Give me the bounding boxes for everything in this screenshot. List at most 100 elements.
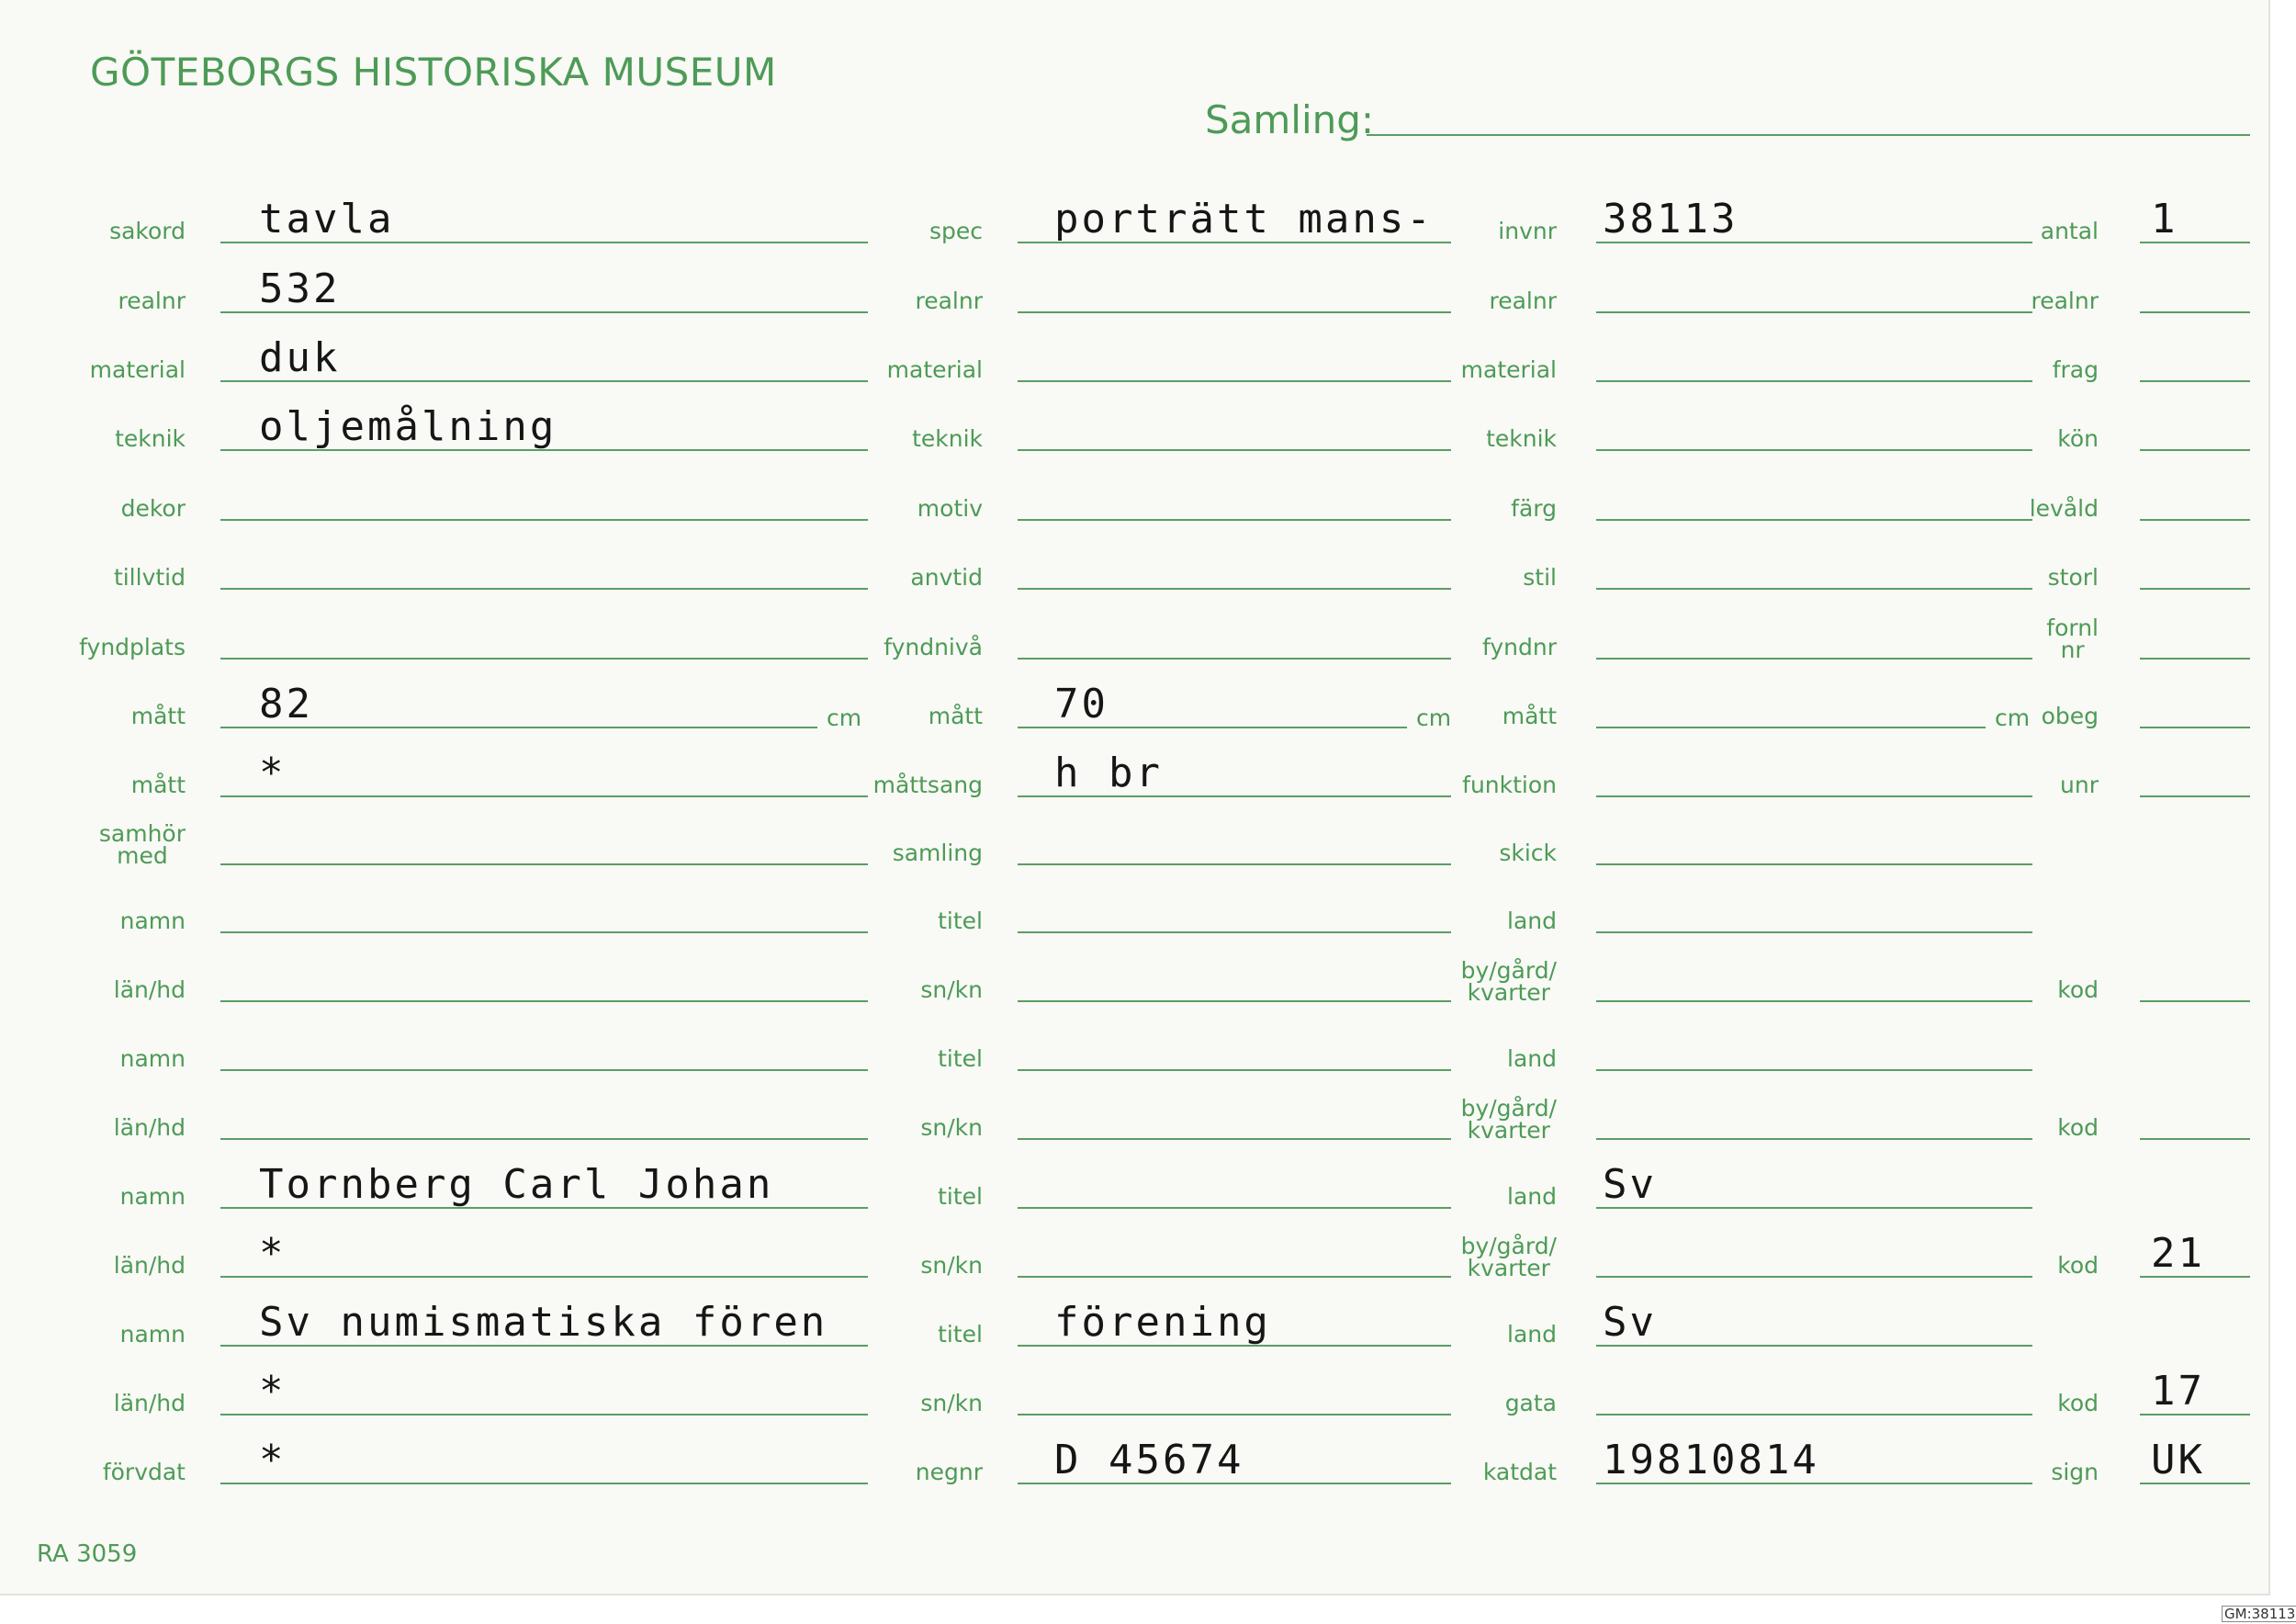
col3-row17-label: land <box>1507 1321 1557 1348</box>
col2-row17-value: förening <box>1054 1299 1271 1346</box>
col1-row6-line[interactable] <box>220 588 868 590</box>
col3-row12-line[interactable] <box>1596 1000 2032 1002</box>
col3-row7-line[interactable] <box>1596 658 2032 660</box>
col3-row6-label: stil <box>1523 564 1557 591</box>
col3-row15-line[interactable] <box>1596 1207 2032 1209</box>
col1-row10-label: samhör med <box>98 820 186 869</box>
col1-row3-value: duk <box>259 334 341 381</box>
col3-row11-line[interactable] <box>1596 931 2032 933</box>
col3-row15-label: land <box>1507 1183 1557 1210</box>
col1-row18-value: * <box>259 1368 287 1415</box>
col3-row13-label: land <box>1507 1045 1557 1072</box>
col3-row14-label: by/gård/ kvarter <box>1460 1095 1557 1144</box>
inventory-stamp: GM:38113 <box>2222 1606 2296 1622</box>
col2-row10-line[interactable] <box>1018 863 1451 865</box>
col3-row9-line[interactable] <box>1596 795 2032 797</box>
col1-row14-line[interactable] <box>220 1138 868 1140</box>
col4-row2-line[interactable] <box>2140 311 2250 313</box>
col2-row13-line[interactable] <box>1018 1069 1451 1071</box>
col1-row8-unit: cm <box>827 705 862 731</box>
col2-row5-label: motiv <box>917 495 983 522</box>
col4-row3-line[interactable] <box>2140 380 2250 382</box>
form-reference: RA 3059 <box>37 1540 138 1568</box>
col3-row5-line[interactable] <box>1596 519 2032 521</box>
col4-row12-line[interactable] <box>2140 1000 2250 1002</box>
col4-row12-label: kod <box>2057 976 2099 1003</box>
col1-row17-value: Sv numismatiska fören <box>259 1299 828 1346</box>
col3-row4-line[interactable] <box>1596 449 2032 451</box>
col1-row5-label: dekor <box>120 495 186 522</box>
col1-row11-label: namn <box>119 908 186 934</box>
museum-title: GÖTEBORGS HISTORISKA MUSEUM <box>90 50 777 95</box>
col1-row16-line[interactable] <box>220 1276 868 1278</box>
col1-row13-line[interactable] <box>220 1069 868 1071</box>
col4-row3-label: frag <box>2052 356 2099 383</box>
col4-row14-line[interactable] <box>2140 1138 2250 1140</box>
col2-row5-line[interactable] <box>1018 519 1451 521</box>
col1-row1-label: sakord <box>109 218 186 244</box>
col3-row18-line[interactable] <box>1596 1414 2032 1415</box>
col3-row1-value: 38113 <box>1603 196 1739 242</box>
col4-row7-label: fornl nr <box>2046 615 2099 663</box>
col2-row12-line[interactable] <box>1018 1000 1451 1002</box>
col2-row6-line[interactable] <box>1018 588 1451 590</box>
col4-row9-line[interactable] <box>2140 795 2250 797</box>
col1-row3-label: material <box>89 356 186 383</box>
col3-row17-line[interactable] <box>1596 1345 2032 1347</box>
col4-row6-line[interactable] <box>2140 588 2250 590</box>
col4-row2-label: realnr <box>2031 288 2099 314</box>
col1-row18-line[interactable] <box>220 1414 868 1415</box>
col3-row2-line[interactable] <box>1596 311 2032 313</box>
col3-row13-line[interactable] <box>1596 1069 2032 1071</box>
col2-row14-line[interactable] <box>1018 1138 1451 1140</box>
col2-row14-label: sn/kn <box>920 1114 983 1141</box>
col1-row13-label: namn <box>119 1045 186 1072</box>
col3-row5-label: färg <box>1511 495 1557 522</box>
col4-row9-label: unr <box>2060 772 2099 798</box>
col2-row11-line[interactable] <box>1018 931 1451 933</box>
col3-row11-label: land <box>1507 908 1557 934</box>
col1-row19-line[interactable] <box>220 1483 868 1484</box>
col3-row8-line[interactable] <box>1596 727 1986 728</box>
col3-row19-label: katdat <box>1482 1459 1557 1485</box>
col4-row7-line[interactable] <box>2140 658 2250 660</box>
col2-row4-line[interactable] <box>1018 449 1451 451</box>
col1-row12-line[interactable] <box>220 1000 868 1002</box>
col2-row8-label: mått <box>928 703 983 729</box>
col2-row13-label: titel <box>938 1045 983 1072</box>
col3-row14-line[interactable] <box>1596 1138 2032 1140</box>
col2-row18-line[interactable] <box>1018 1414 1451 1415</box>
col3-row3-line[interactable] <box>1596 380 2032 382</box>
col2-row16-label: sn/kn <box>920 1252 983 1279</box>
col4-row4-label: kön <box>2057 425 2099 452</box>
col1-row6-label: tillvtid <box>113 564 186 591</box>
col4-row8-line[interactable] <box>2140 727 2250 728</box>
col3-row10-line[interactable] <box>1596 863 2032 865</box>
col2-row16-line[interactable] <box>1018 1276 1451 1278</box>
col1-row11-line[interactable] <box>220 931 868 933</box>
col3-row16-line[interactable] <box>1596 1276 2032 1278</box>
col2-row2-line[interactable] <box>1018 311 1451 313</box>
col3-row2-label: realnr <box>1489 288 1558 314</box>
col3-row3-label: material <box>1460 356 1557 383</box>
col1-row16-label: län/hd <box>113 1252 186 1279</box>
col4-row18-value: 17 <box>2151 1368 2205 1415</box>
col2-row15-line[interactable] <box>1018 1207 1451 1209</box>
col1-row15-value: Tornberg Carl Johan <box>259 1161 774 1208</box>
col4-row5-line[interactable] <box>2140 519 2250 521</box>
col3-row6-line[interactable] <box>1596 588 2032 590</box>
col1-row18-label: län/hd <box>113 1390 186 1416</box>
col1-row16-value: * <box>259 1230 287 1277</box>
col1-row1-value: tavla <box>259 196 395 242</box>
col2-row7-line[interactable] <box>1018 658 1451 660</box>
col2-row3-line[interactable] <box>1018 380 1451 382</box>
col1-row9-line[interactable] <box>220 795 868 797</box>
samling-label: Samling: <box>1205 97 1375 142</box>
col1-row5-line[interactable] <box>220 519 868 521</box>
catalog-card: GÖTEBORGS HISTORISKA MUSEUM Samling: sak… <box>0 0 2270 1596</box>
col3-row19-value: 19810814 <box>1603 1437 1819 1483</box>
col1-row10-line[interactable] <box>220 863 868 865</box>
col4-row4-line[interactable] <box>2140 449 2250 451</box>
col1-row7-line[interactable] <box>220 658 868 660</box>
col2-row3-label: material <box>886 356 983 383</box>
